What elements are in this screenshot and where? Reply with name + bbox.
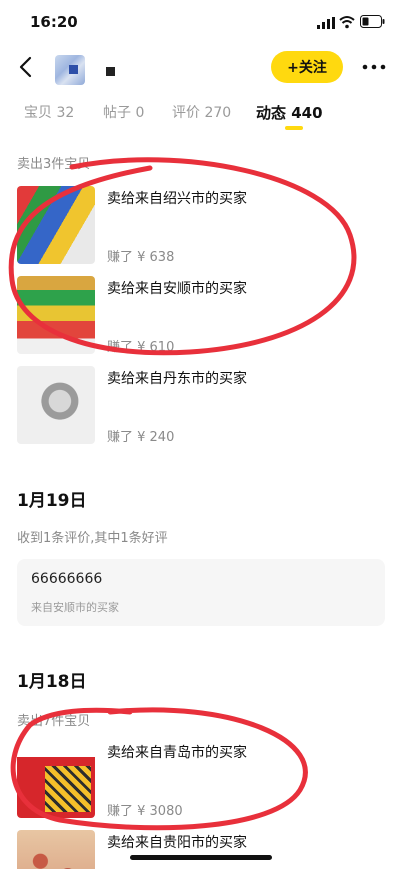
product-thumbnail xyxy=(17,186,95,264)
sold-count-label: 卖出3件宝贝 xyxy=(17,157,91,172)
back-icon[interactable] xyxy=(16,55,36,79)
sold-item[interactable]: 卖给来自安顺市的买家 赚了 ¥ 610 xyxy=(17,276,385,355)
tab-label: 宝贝 xyxy=(24,105,52,121)
follow-button[interactable]: +关注 xyxy=(271,51,343,83)
status-time: 16:20 xyxy=(30,13,78,31)
sold-item[interactable]: 卖给来自贵阳市的买家 xyxy=(17,830,385,869)
product-thumbnail xyxy=(17,830,95,869)
tab-label: 帖子 xyxy=(103,105,131,121)
home-indicator xyxy=(130,855,272,860)
sold-item[interactable]: 卖给来自绍兴市的买家 赚了 ¥ 638 xyxy=(17,186,385,265)
tab-count: 32 xyxy=(56,105,75,121)
item-earned: 赚了 ¥ 240 xyxy=(107,430,175,445)
item-earned: 赚了 ¥ 610 xyxy=(107,340,175,355)
item-earned: 赚了 ¥ 3080 xyxy=(107,804,183,819)
product-thumbnail xyxy=(17,740,95,818)
item-earned: 赚了 ¥ 638 xyxy=(107,250,175,265)
product-thumbnail xyxy=(17,366,95,444)
wifi-icon xyxy=(339,16,355,29)
battery-icon xyxy=(360,15,385,28)
date-heading: 1月19日 xyxy=(17,491,87,511)
item-title: 卖给来自青岛市的买家 xyxy=(107,745,247,761)
sold-count-label: 卖出7件宝贝 xyxy=(17,714,91,729)
avatar[interactable] xyxy=(55,55,85,85)
tab-posts[interactable]: 帖子 0 xyxy=(103,102,144,122)
status-bar: 16:20 xyxy=(0,0,401,44)
signal-icon xyxy=(317,17,335,29)
review-text: 66666666 xyxy=(31,571,103,587)
user-name xyxy=(106,67,115,76)
review-source: 来自安顺市的买家 xyxy=(31,601,119,614)
sold-item[interactable]: 卖给来自丹东市的买家 赚了 ¥ 240 xyxy=(17,366,385,445)
sold-item[interactable]: 卖给来自青岛市的买家 赚了 ¥ 3080 xyxy=(17,740,385,819)
review-card[interactable]: 66666666 来自安顺市的买家 xyxy=(17,559,385,626)
tab-label: 动态 xyxy=(256,104,287,122)
tab-count: 440 xyxy=(291,104,323,122)
date-heading: 1月18日 xyxy=(17,672,87,692)
product-thumbnail xyxy=(17,276,95,354)
more-icon[interactable] xyxy=(362,64,386,70)
review-summary: 收到1条评价,其中1条好评 xyxy=(17,531,168,546)
item-title: 卖给来自丹东市的买家 xyxy=(107,371,247,387)
profile-tabs: 宝贝 32 帖子 0 评价 270 动态 440 xyxy=(0,100,401,134)
item-title: 卖给来自绍兴市的买家 xyxy=(107,191,247,207)
tab-reviews[interactable]: 评价 270 xyxy=(172,102,231,122)
tab-activity[interactable]: 动态 440 xyxy=(256,102,323,123)
tab-count: 270 xyxy=(204,105,232,121)
item-title: 卖给来自贵阳市的买家 xyxy=(107,835,247,851)
tab-label: 评价 xyxy=(172,105,200,121)
tab-count: 0 xyxy=(135,105,145,121)
tab-items[interactable]: 宝贝 32 xyxy=(24,102,74,122)
tab-indicator xyxy=(285,126,303,130)
item-title: 卖给来自安顺市的买家 xyxy=(107,281,247,297)
